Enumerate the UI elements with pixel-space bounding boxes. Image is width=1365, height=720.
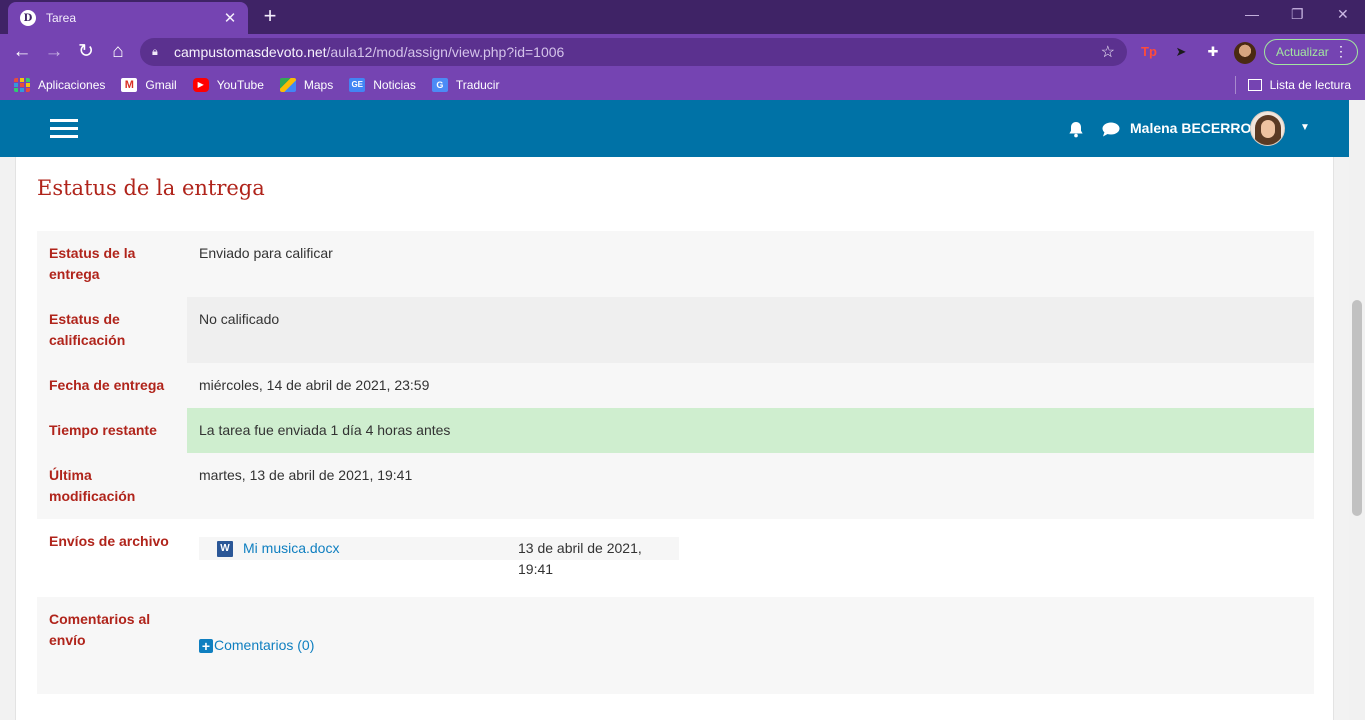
home-icon[interactable]: ⌂ — [106, 40, 130, 64]
user-menu-caret-icon[interactable]: ▼ — [1300, 122, 1310, 133]
url-text[interactable]: campustomasdevoto.net/aula12/mod/assign/… — [174, 44, 1101, 60]
window-close-icon[interactable]: ✕ — [1337, 6, 1349, 23]
table-row: Comentarios al envío + Comentarios (0) — [37, 597, 1314, 694]
row-value-submission-comments: + Comentarios (0) — [187, 597, 1314, 694]
row-label-submission-status: Estatus de la entrega — [37, 231, 187, 297]
section-title: Estatus de la entrega — [37, 176, 265, 200]
table-row: Envíos de archivo W Mi musica.docx 13 de… — [37, 519, 1314, 597]
table-row: Estatus de la entrega Enviado para calif… — [37, 231, 1314, 297]
bookmark-label: YouTube — [216, 78, 264, 92]
row-label-due-date: Fecha de entrega — [37, 363, 187, 408]
row-value-grading-status: No calificado — [187, 297, 1314, 363]
submission-status-card: Estatus de la entrega Estatus de la entr… — [15, 157, 1334, 720]
expand-plus-icon: + — [199, 638, 213, 653]
page-background: Estatus de la entrega Estatus de la entr… — [0, 157, 1349, 720]
bookmark-youtube[interactable]: ▶ YouTube — [192, 78, 264, 92]
update-button[interactable]: Actualizar ⋮ — [1264, 39, 1358, 65]
bookmark-noticias[interactable]: GE Noticias — [349, 78, 416, 92]
table-row: Última modificación martes, 13 de abril … — [37, 453, 1314, 519]
browser-tab-strip: D Tarea ✕ + — ❐ ✕ — [0, 0, 1365, 34]
row-label-submission-comments: Comentarios al envío — [37, 597, 187, 694]
tab-close-icon[interactable]: ✕ — [222, 9, 238, 27]
back-arrow-icon[interactable]: ← — [10, 40, 34, 64]
table-row: Estatus de calificación No calificado — [37, 297, 1314, 363]
row-label-last-modified: Última modificación — [37, 453, 187, 519]
messages-chat-icon[interactable] — [1102, 122, 1120, 142]
bookmark-label: Noticias — [373, 78, 416, 92]
bookmark-gmail[interactable]: M Gmail — [121, 78, 177, 92]
row-value-last-modified: martes, 13 de abril de 2021, 19:41 — [187, 453, 1314, 519]
table-row: Fecha de entrega miércoles, 14 de abril … — [37, 363, 1314, 408]
maps-icon — [279, 78, 296, 92]
browser-toolbar: ← → ↻ ⌂ 🔒︎ campustomasdevoto.net/aula12/… — [0, 34, 1365, 70]
tab-title: Tarea — [46, 11, 77, 25]
browser-tab-tarea[interactable]: D Tarea ✕ — [8, 2, 248, 34]
row-value-due-date: miércoles, 14 de abril de 2021, 23:59 — [187, 363, 1314, 408]
extensions-puzzle-icon[interactable]: ✚ — [1204, 43, 1222, 61]
page-scrollbar[interactable] — [1349, 100, 1365, 720]
extension-cursor-icon[interactable]: ➤ — [1172, 43, 1190, 61]
row-value-time-remaining: La tarea fue enviada 1 día 4 horas antes — [187, 408, 1314, 453]
update-label: Actualizar — [1276, 45, 1329, 59]
site-navbar: Malena BECERRO ▼ — [0, 100, 1349, 157]
bookmark-label: Aplicaciones — [38, 78, 106, 92]
translate-icon: G — [431, 78, 448, 92]
notifications-bell-icon[interactable] — [1068, 121, 1084, 143]
bookmarks-bar: Aplicaciones M Gmail ▶ YouTube Maps GE N… — [0, 70, 1365, 100]
row-value-submission-status: Enviado para calificar — [187, 231, 1314, 297]
news-icon: GE — [349, 78, 366, 92]
url-host: campustomasdevoto.net — [174, 44, 327, 60]
user-name[interactable]: Malena BECERRO — [1130, 120, 1251, 136]
file-date: 13 de abril de 2021, 19:41 — [518, 540, 642, 577]
extension-tp-icon[interactable]: Tp — [1140, 43, 1158, 61]
scrollbar-thumb[interactable] — [1352, 300, 1362, 516]
bookmark-traducir[interactable]: G Traducir — [431, 78, 500, 92]
lock-icon[interactable]: 🔒︎ — [152, 46, 166, 59]
site-favicon-icon: D — [20, 10, 36, 26]
row-label-grading-status: Estatus de calificación — [37, 297, 187, 363]
bookmark-label: Maps — [303, 78, 334, 92]
reading-list-icon — [1247, 79, 1262, 91]
word-document-icon: W — [217, 540, 233, 557]
comments-link-label: Comentarios (0) — [214, 637, 315, 653]
bookmark-maps[interactable]: Maps — [279, 78, 334, 92]
hamburger-menu-icon[interactable] — [50, 119, 78, 139]
bookmark-star-icon[interactable]: ☆ — [1101, 42, 1115, 62]
forward-arrow-icon[interactable]: → — [42, 40, 66, 64]
table-row: Tiempo restante La tarea fue enviada 1 d… — [37, 408, 1314, 453]
bookmark-aplicaciones[interactable]: Aplicaciones — [14, 78, 105, 92]
bookmark-label: Gmail — [145, 78, 177, 92]
browser-profile-avatar[interactable] — [1234, 42, 1256, 64]
window-restore-icon[interactable]: ❐ — [1291, 6, 1304, 23]
reload-icon[interactable]: ↻ — [74, 40, 98, 64]
apps-grid-icon — [14, 78, 30, 92]
file-item: W Mi musica.docx 13 de abril de 2021, 19… — [199, 537, 679, 577]
submission-status-table: Estatus de la entrega Enviado para calif… — [37, 231, 1314, 694]
row-label-file-submissions: Envíos de archivo — [37, 519, 187, 597]
url-path: /aula12/mod/assign/view.php?id=1006 — [326, 44, 565, 60]
window-minimize-icon[interactable]: — — [1245, 6, 1259, 22]
file-link[interactable]: Mi musica.docx — [243, 538, 339, 559]
bookmarks-divider — [1234, 76, 1236, 94]
reading-list-label: Lista de lectura — [1269, 78, 1351, 92]
gmail-icon: M — [121, 78, 138, 92]
new-tab-plus-icon[interactable]: + — [258, 5, 282, 29]
reading-list-button[interactable]: Lista de lectura — [1234, 70, 1351, 100]
address-bar[interactable]: 🔒︎ campustomasdevoto.net/aula12/mod/assi… — [140, 38, 1127, 66]
comments-toggle-link[interactable]: + Comentarios (0) — [199, 635, 314, 656]
row-value-file-submissions: W Mi musica.docx 13 de abril de 2021, 19… — [187, 519, 1314, 597]
row-label-time-remaining: Tiempo restante — [37, 408, 187, 453]
youtube-icon: ▶ — [192, 78, 209, 92]
bookmark-label: Traducir — [455, 78, 500, 92]
browser-menu-icon[interactable]: ⋮ — [1334, 43, 1348, 60]
user-avatar[interactable] — [1250, 111, 1285, 146]
